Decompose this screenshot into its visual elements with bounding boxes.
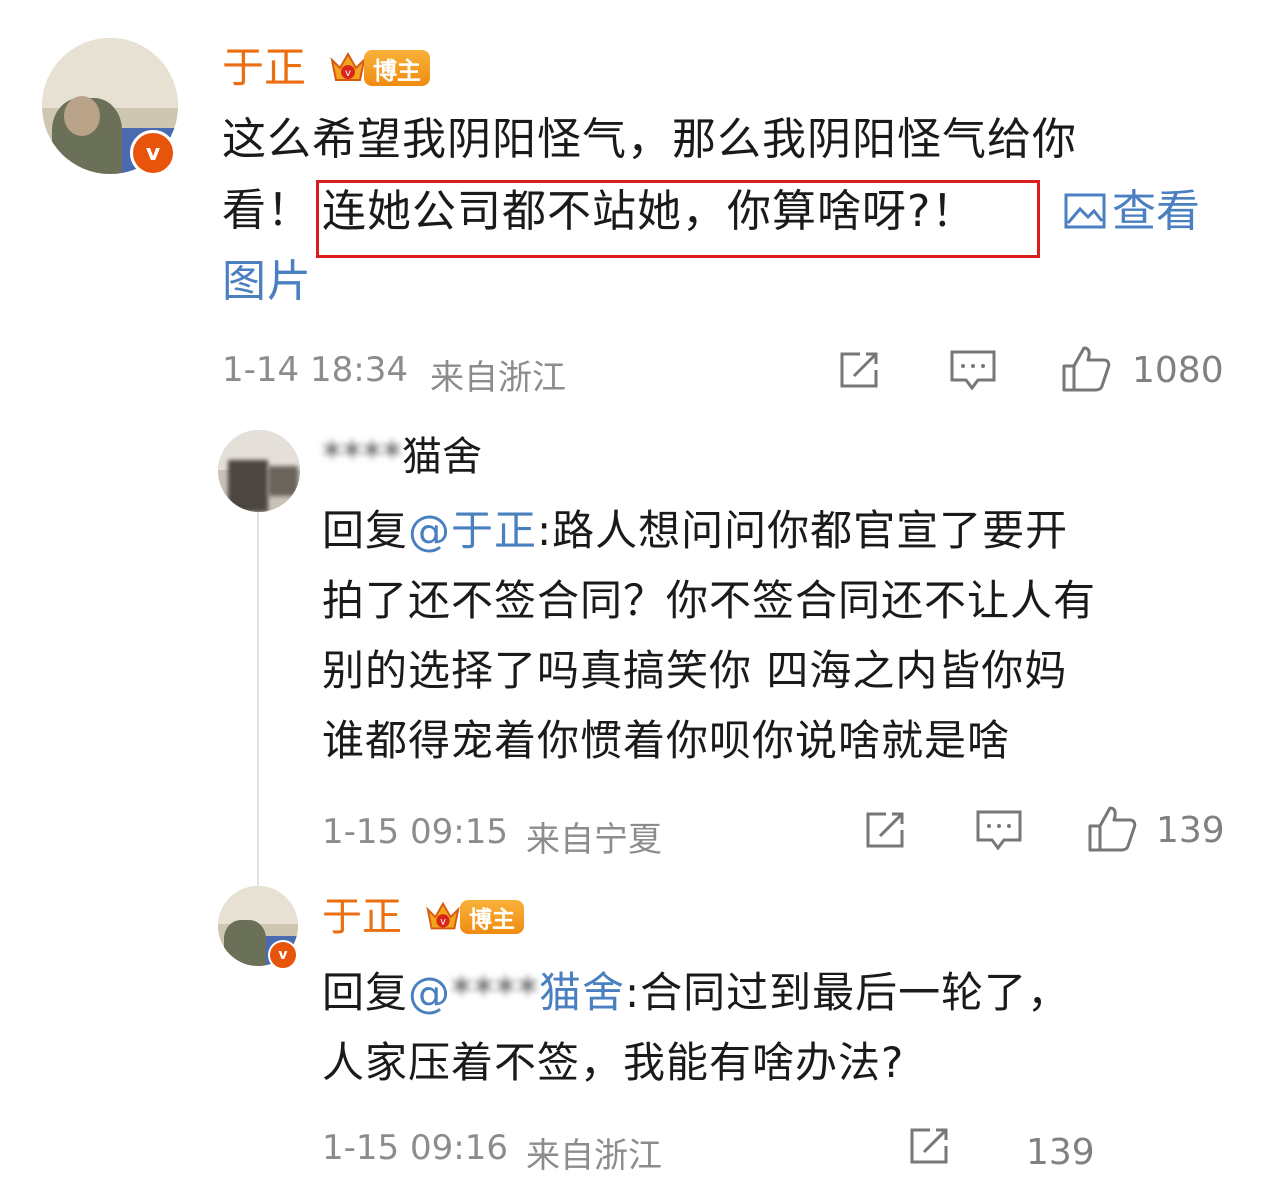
reply-location: 来自宁夏 (526, 820, 662, 860)
reply-line1: 回复@于正:路人想问问你都官宣了要开 (322, 496, 1242, 566)
reply-line1: 回复@****猫舍:合同过到最后一轮了， (322, 958, 1242, 1028)
reply-timestamp: 1-15 09:16 (322, 1128, 508, 1168)
reply-2: v 于正 v 博主 回复@****猫舍:合同过到最后一轮了， 人家压着不签，我能… (0, 870, 1280, 1188)
like-count: 139 (1156, 810, 1225, 851)
reply-prefix: 回复 (322, 506, 409, 555)
mention-blurred: **** (451, 968, 540, 1017)
reply-1: ****猫舍 回复@于正:路人想问问你都官宣了要开 拍了还不签合同？你不签合同还… (0, 420, 1280, 870)
reply-text-start: :合同过到最后一轮了， (625, 968, 1071, 1017)
reply-line4: 谁都得宠着你惯着你呗你说啥就是啥 (322, 716, 1011, 765)
blogger-badge: 博主 (364, 50, 430, 86)
like-icon[interactable] (1060, 344, 1112, 394)
reply-line3: 别的选择了吗真搞笑你 四海之内皆你妈 (322, 646, 1068, 695)
mention-link[interactable]: @于正 (408, 506, 537, 555)
reply-content: 回复@****猫舍:合同过到最后一轮了， 人家压着不签，我能有啥办法? (322, 958, 1242, 1098)
image-icon (1064, 179, 1106, 250)
reply-content: 回复@于正:路人想问问你都官宣了要开 拍了还不签合同？你不签合同还不让人有 别的… (322, 496, 1242, 776)
comment-icon[interactable] (974, 808, 1024, 852)
highlighted-text: 连她公司都不站她，你算啥呀?！ (322, 186, 977, 237)
svg-text:v: v (440, 917, 446, 928)
post-content-prefix: 看！ (222, 185, 312, 236)
reply-prefix: 回复 (322, 968, 409, 1017)
like-count: 1080 (1132, 350, 1224, 391)
like-icon[interactable] (1086, 804, 1138, 854)
verified-badge-icon: v (268, 940, 298, 970)
verified-badge-icon: v (130, 130, 176, 176)
post-content-line1: 这么希望我阴阳怪气，那么我阴阳怪气给你 (222, 114, 1077, 165)
reply-line2: 人家压着不签，我能有啥办法? (322, 1038, 905, 1087)
mention-at: @ (408, 968, 452, 1017)
view-image-link[interactable]: 查看 (1064, 176, 1200, 250)
crown-icon: v (328, 46, 368, 90)
repost-icon[interactable] (862, 808, 910, 852)
crown-icon: v (424, 896, 462, 938)
reply-line2: 拍了还不签合同？你不签合同还不让人有 (322, 576, 1097, 625)
avatar[interactable] (218, 430, 300, 512)
mention-link[interactable]: @****猫舍 (408, 968, 625, 1017)
username[interactable]: ****猫舍 (322, 432, 482, 482)
repost-icon[interactable] (836, 348, 884, 392)
reply-timestamp: 1-15 09:15 (322, 812, 508, 852)
svg-text:v: v (345, 68, 351, 79)
reply-location: 来自浙江 (526, 1136, 662, 1176)
reply-text-start: :路人想问问你都官宣了要开 (537, 506, 1069, 555)
post-timestamp: 1-14 18:34 (222, 350, 408, 390)
repost-icon[interactable] (906, 1124, 954, 1168)
main-post: v 于正 v 博主 这么希望我阴阳怪气，那么我阴阳怪气给你 看！ 图片 连她公司… (0, 0, 1280, 420)
username[interactable]: 于正 (222, 42, 306, 94)
mention-visible: 猫舍 (539, 968, 626, 1017)
username[interactable]: 于正 (322, 892, 402, 942)
like-count: 139 (1026, 1132, 1095, 1173)
blogger-badge: 博主 (460, 900, 524, 934)
post-location: 来自浙江 (430, 358, 566, 398)
username-blurred: **** (322, 434, 402, 480)
username-visible: 猫舍 (402, 434, 482, 480)
view-image-text: 查看 (1112, 186, 1200, 237)
comment-icon[interactable] (948, 348, 998, 392)
